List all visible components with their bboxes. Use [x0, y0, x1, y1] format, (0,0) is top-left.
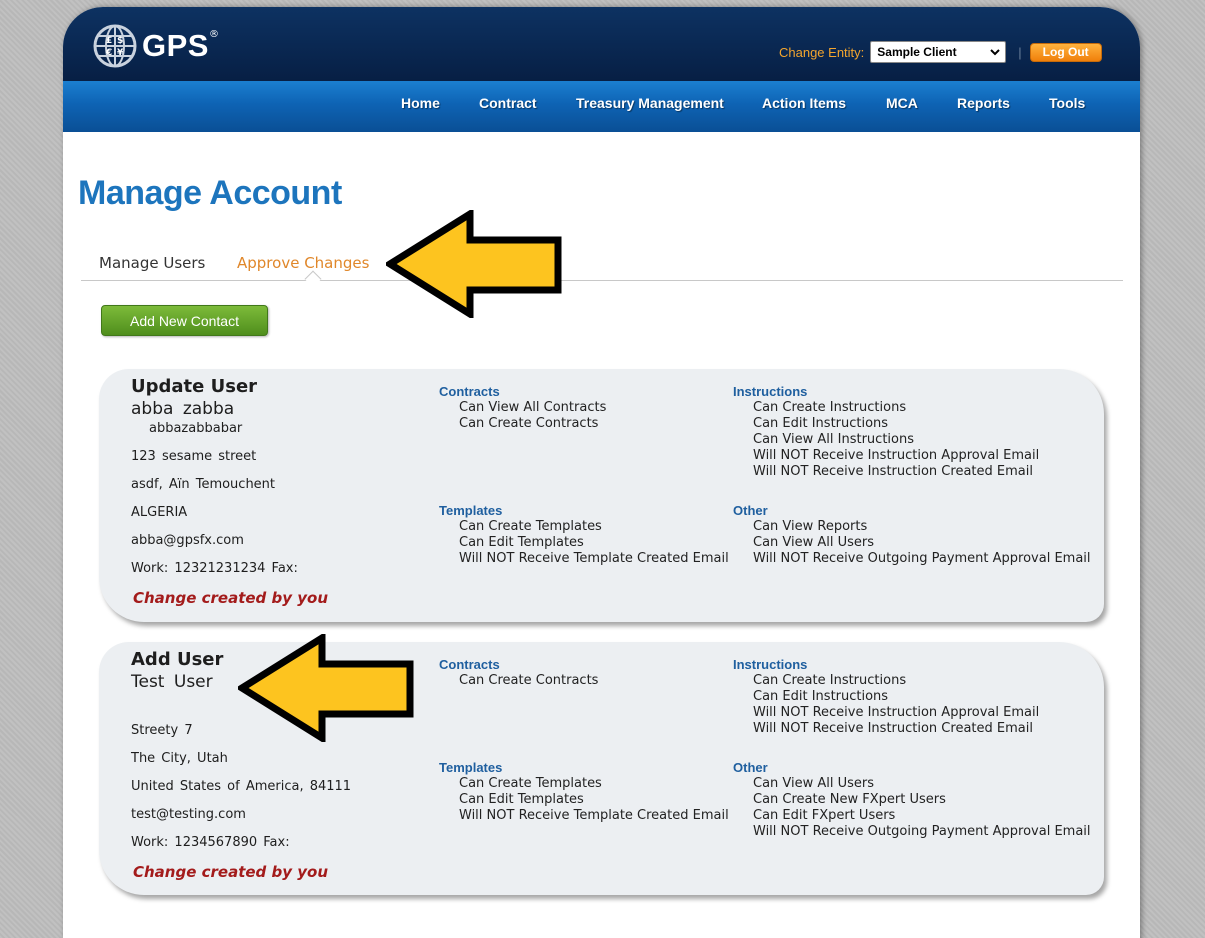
permission-item: Will NOT Receive Template Created Email: [459, 808, 729, 823]
permission-item: Can Edit Templates: [459, 535, 584, 550]
permission-item: Will NOT Receive Template Created Email: [459, 551, 729, 566]
permission-item: Can View All Instructions: [753, 432, 914, 447]
svg-text:£: £: [106, 36, 112, 46]
address-line-2: asdf, Aïn Temouchent: [131, 477, 276, 492]
permission-item: Can Create Templates: [459, 519, 602, 534]
page-title: Manage Account: [78, 174, 342, 212]
templates-permissions: Templates Can Create Templates Can Edit …: [439, 760, 729, 824]
address-line-2: The City, Utah: [131, 751, 228, 766]
nav-item-action-items[interactable]: Action Items: [762, 95, 846, 111]
change-note: Change created by you: [133, 863, 329, 881]
contact-phone: Work: 12321231234 Fax:: [131, 561, 298, 576]
nav-item-mca[interactable]: MCA: [886, 95, 918, 111]
permission-item: Can View All Users: [753, 535, 875, 550]
entity-select[interactable]: Sample Client: [870, 41, 1007, 63]
annotation-arrow-icon: [386, 210, 562, 318]
permission-item: Can Create Contracts: [459, 416, 599, 431]
permission-item: Can Create Templates: [459, 776, 602, 791]
change-entity-label: Change Entity:: [779, 44, 865, 60]
other-permissions: Other Can View Reports Can View All User…: [733, 503, 1091, 567]
contact-email: test@testing.com: [131, 807, 246, 822]
gps-logo[interactable]: £ $ € ¥ GPS ®: [93, 23, 219, 69]
change-card-update-user: Update User abba zabba abbazabbabar 123 …: [99, 369, 1104, 622]
annotation-arrow-icon: [238, 634, 414, 742]
other-permissions: Other Can View All Users Can Create New …: [733, 760, 1091, 840]
tab-approve-changes[interactable]: Approve Changes: [237, 254, 369, 272]
instructions-permissions: Instructions Can Create Instructions Can…: [733, 384, 1039, 480]
nav-item-contract[interactable]: Contract: [479, 95, 537, 111]
nav-item-treasury-management[interactable]: Treasury Management: [576, 95, 724, 111]
permission-item: Can View All Users: [753, 776, 875, 791]
address-line-1: 123 sesame street: [131, 449, 257, 464]
other-heading: Other: [733, 503, 768, 518]
entity-switcher: Change Entity: Sample Client | Log Out: [779, 41, 1102, 63]
templates-heading: Templates: [439, 760, 503, 775]
log-out-button[interactable]: Log Out: [1029, 42, 1102, 62]
separator: |: [1018, 44, 1022, 60]
nav-item-reports[interactable]: Reports: [957, 95, 1010, 111]
templates-heading: Templates: [439, 503, 503, 518]
top-bar: £ $ € ¥ GPS ® Change Entity: Sample Clie…: [63, 7, 1140, 81]
permission-item: Will NOT Receive Instruction Approval Em…: [753, 448, 1040, 463]
address-country: United States of America, 84111: [131, 779, 352, 794]
permission-item: Can Edit Instructions: [753, 689, 889, 704]
nav-item-home[interactable]: Home: [401, 95, 440, 111]
permission-item: Will NOT Receive Instruction Approval Em…: [753, 705, 1040, 720]
svg-text:€: €: [105, 48, 112, 58]
permission-item: Can Edit Instructions: [753, 416, 889, 431]
contracts-heading: Contracts: [439, 657, 500, 672]
contact-name: abba zabba: [131, 399, 235, 419]
contact-username: abbazabbabar: [149, 421, 243, 436]
chevron-down-icon: [990, 49, 1000, 56]
permission-item: Can Create Instructions: [753, 673, 907, 688]
templates-permissions: Templates Can Create Templates Can Edit …: [439, 503, 729, 567]
address-country: ALGERIA: [131, 505, 188, 520]
registered-mark: ®: [208, 28, 219, 40]
permission-item: Will NOT Receive Instruction Created Ema…: [753, 464, 1033, 479]
contracts-permissions: Contracts Can Create Contracts: [439, 657, 598, 689]
other-heading: Other: [733, 760, 768, 775]
add-new-contact-button[interactable]: Add New Contact: [101, 305, 268, 336]
main-nav: Home Contract Treasury Management Action…: [63, 81, 1140, 132]
permission-item: Can Create Instructions: [753, 400, 907, 415]
instructions-heading: Instructions: [733, 384, 808, 399]
permission-item: Will NOT Receive Instruction Created Ema…: [753, 721, 1033, 736]
change-note: Change created by you: [133, 589, 329, 607]
contact-details: Update User abba zabba abbazabbabar 123 …: [131, 376, 421, 608]
app-shell: £ $ € ¥ GPS ® Change Entity: Sample Clie…: [63, 7, 1140, 938]
globe-currency-icon: £ $ € ¥: [93, 24, 137, 68]
permission-item: Will NOT Receive Outgoing Payment Approv…: [753, 551, 1091, 566]
contact-email: abba@gpsfx.com: [131, 533, 244, 548]
contact-phone: Work: 1234567890 Fax:: [131, 835, 290, 850]
tab-manage-users[interactable]: Manage Users: [99, 254, 205, 272]
entity-select-value: Sample Client: [877, 45, 957, 59]
nav-item-tools[interactable]: Tools: [1049, 95, 1085, 111]
active-tab-pointer: [304, 270, 322, 288]
permission-item: Can Edit FXpert Users: [753, 808, 896, 823]
contracts-heading: Contracts: [439, 384, 500, 399]
permission-item: Can View All Contracts: [459, 400, 607, 415]
permission-item: Will NOT Receive Outgoing Payment Approv…: [753, 824, 1091, 839]
contracts-permissions: Contracts Can View All Contracts Can Cre…: [439, 384, 606, 432]
svg-text:¥: ¥: [117, 48, 124, 58]
account-tabs: Manage Users Approve Changes: [81, 253, 1123, 288]
change-type-title: Update User: [131, 376, 258, 397]
logo-text: GPS: [142, 28, 209, 63]
permission-item: Can Edit Templates: [459, 792, 584, 807]
permission-item: Can Create Contracts: [459, 673, 599, 688]
instructions-heading: Instructions: [733, 657, 808, 672]
instructions-permissions: Instructions Can Create Instructions Can…: [733, 657, 1039, 737]
permission-item: Can View Reports: [753, 519, 868, 534]
svg-text:$: $: [117, 36, 123, 46]
permission-item: Can Create New FXpert Users: [753, 792, 946, 807]
